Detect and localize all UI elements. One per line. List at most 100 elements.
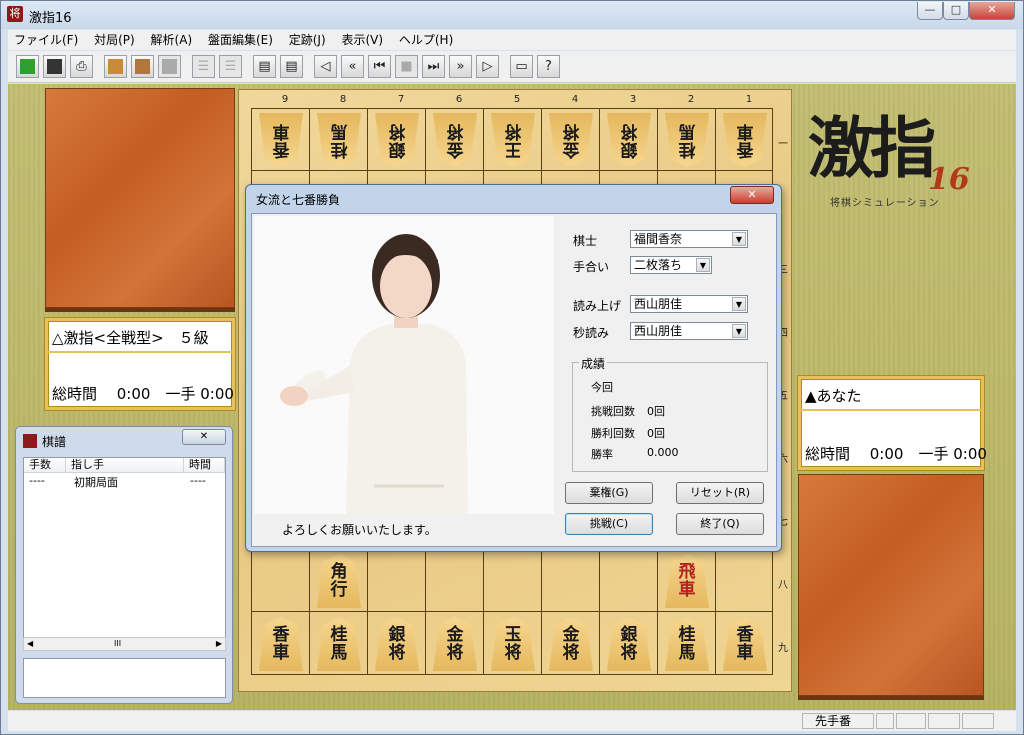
monitor-icon[interactable]: ▭: [510, 55, 533, 78]
gote-lance[interactable]: 香車: [723, 113, 767, 167]
help-icon[interactable]: ?: [537, 55, 560, 78]
column-header-move[interactable]: 指し手: [66, 458, 184, 473]
reset-button[interactable]: リセット(R): [676, 482, 764, 504]
challenge-dialog: 女流と七番勝負 ✕ よろしくお願いいたします。 棋士 福間香奈 ▼ 手合い 二枚…: [245, 184, 782, 552]
sente-player-time: 総時間 0:00 一手 0:00: [805, 445, 987, 463]
gote-knight[interactable]: 桂馬: [317, 113, 361, 167]
win-rate-value: 0.000: [647, 446, 679, 459]
gote-silver[interactable]: 銀将: [375, 113, 419, 167]
chevron-down-icon[interactable]: ▼: [732, 232, 746, 246]
file-label: 7: [397, 94, 405, 105]
piece-char: 銀: [620, 139, 638, 159]
menu-board-edit[interactable]: 盤面編集(E): [202, 30, 279, 49]
print-icon[interactable]: ⎙: [70, 55, 93, 78]
rewind-icon[interactable]: «: [341, 55, 364, 78]
gote-king[interactable]: 王将: [491, 113, 535, 167]
gote-lance[interactable]: 香車: [259, 113, 303, 167]
piece-char: 桂: [678, 139, 696, 159]
piece-char: 金: [562, 139, 580, 159]
challenge-button[interactable]: 挑戦(C): [565, 513, 653, 535]
kifu-row-time[interactable]: ----: [190, 474, 206, 487]
reader-select[interactable]: 西山朋佳 ▼: [630, 295, 748, 313]
stop-icon: ■: [395, 55, 418, 78]
exit-button[interactable]: 終了(Q): [676, 513, 764, 535]
board-flip-icon[interactable]: [131, 55, 154, 78]
scroll-thumb[interactable]: III: [114, 638, 121, 650]
board-icon[interactable]: [104, 55, 127, 78]
kifu-horizontal-scrollbar[interactable]: ◀ III ▶: [23, 637, 226, 651]
forward-icon[interactable]: »: [449, 55, 472, 78]
menu-analysis[interactable]: 解析(A): [145, 30, 199, 49]
column-header-time[interactable]: 時間: [184, 458, 225, 473]
win-count-label: 勝利回数: [591, 427, 635, 440]
gote-player-card: △激指<全戦型> ５級 総時間 0:00 一手 0:00: [45, 318, 235, 410]
status-cell: [928, 713, 960, 729]
gote-knight[interactable]: 桂馬: [665, 113, 709, 167]
menu-file[interactable]: ファイル(F): [8, 30, 84, 49]
sente-king[interactable]: 玉将: [491, 617, 535, 671]
save-icon[interactable]: [43, 55, 66, 78]
menu-view[interactable]: 表示(V): [335, 30, 389, 49]
turn-status: 先手番: [802, 713, 874, 729]
maximize-button[interactable]: □: [943, 2, 969, 20]
kifu-icon[interactable]: ▤: [253, 55, 276, 78]
piece-char: 金: [446, 139, 464, 159]
kifu-edit-icon[interactable]: ▤: [280, 55, 303, 78]
sente-gold[interactable]: 金将: [549, 617, 593, 671]
sente-lance[interactable]: 香車: [259, 617, 303, 671]
kifu-list[interactable]: 手数 指し手 時間 ---- 初期局面 ----: [23, 457, 226, 647]
app-window: 将 激指16 — □ ✕ ファイル(F) 対局(P) 解析(A) 盤面編集(E)…: [0, 0, 1024, 735]
piece-char: 銀: [388, 139, 406, 159]
gote-silver[interactable]: 銀将: [607, 113, 651, 167]
byoyomi-label: 秒読み: [573, 326, 610, 340]
menu-joseki[interactable]: 定跡(J): [283, 30, 332, 49]
chevron-down-icon[interactable]: ▼: [696, 258, 710, 272]
gote-gold[interactable]: 金将: [549, 113, 593, 167]
scroll-left-icon[interactable]: ◀: [27, 638, 33, 650]
redo-icon[interactable]: ▷: [476, 55, 499, 78]
kifu-row-move[interactable]: 初期局面: [74, 474, 118, 490]
piece-char: 将: [620, 643, 638, 663]
piece-char: 玉: [504, 625, 522, 645]
gote-gold[interactable]: 金将: [433, 113, 477, 167]
kifu-close-button[interactable]: ✕: [182, 429, 226, 445]
sente-knight[interactable]: 桂馬: [665, 617, 709, 671]
scroll-right-icon[interactable]: ▶: [216, 638, 222, 650]
disabled-icon: [158, 55, 181, 78]
new-icon[interactable]: [16, 55, 39, 78]
sente-gold[interactable]: 金将: [433, 617, 477, 671]
resign-button[interactable]: 棄権(G): [565, 482, 653, 504]
sente-bishop[interactable]: 角行: [317, 554, 361, 608]
divider: [801, 409, 981, 411]
close-button[interactable]: ✕: [969, 2, 1015, 20]
chevron-down-icon[interactable]: ▼: [732, 297, 746, 311]
handicap-select-value: 二枚落ち: [634, 258, 683, 272]
chevron-down-icon[interactable]: ▼: [732, 324, 746, 338]
piece-char: 香: [272, 625, 290, 645]
undo-icon[interactable]: ◁: [314, 55, 337, 78]
sente-lance[interactable]: 香車: [723, 617, 767, 671]
byoyomi-select[interactable]: 西山朋佳 ▼: [630, 322, 748, 340]
kifu-row-num[interactable]: ----: [29, 474, 45, 487]
menu-game[interactable]: 対局(P): [88, 30, 141, 49]
sente-silver[interactable]: 銀将: [607, 617, 651, 671]
column-header-move-num[interactable]: 手数: [24, 458, 66, 473]
minimize-button[interactable]: —: [917, 2, 943, 20]
reader-select-value: 西山朋佳: [634, 297, 683, 311]
portrait-illustration: [254, 216, 554, 514]
opponent-greeting: よろしくお願いいたします。: [282, 523, 437, 537]
kifu-comment-box[interactable]: [23, 658, 226, 698]
first-move-icon[interactable]: ⏮: [368, 55, 391, 78]
sente-rook[interactable]: 飛車: [665, 554, 709, 608]
app-logo: 激指 16 将棋シミュレーション: [808, 108, 988, 218]
piece-char: 馬: [678, 121, 696, 141]
sente-knight[interactable]: 桂馬: [317, 617, 361, 671]
menu-help[interactable]: ヘルプ(H): [393, 30, 459, 49]
menu-bar: ファイル(F) 対局(P) 解析(A) 盤面編集(E) 定跡(J) 表示(V) …: [8, 30, 1016, 50]
handicap-select[interactable]: 二枚落ち ▼: [630, 256, 712, 274]
player-select[interactable]: 福間香奈 ▼: [630, 230, 748, 248]
dialog-close-button[interactable]: ✕: [730, 186, 774, 204]
sente-silver[interactable]: 銀将: [375, 617, 419, 671]
divider: [48, 351, 232, 353]
last-move-icon[interactable]: ⏭: [422, 55, 445, 78]
